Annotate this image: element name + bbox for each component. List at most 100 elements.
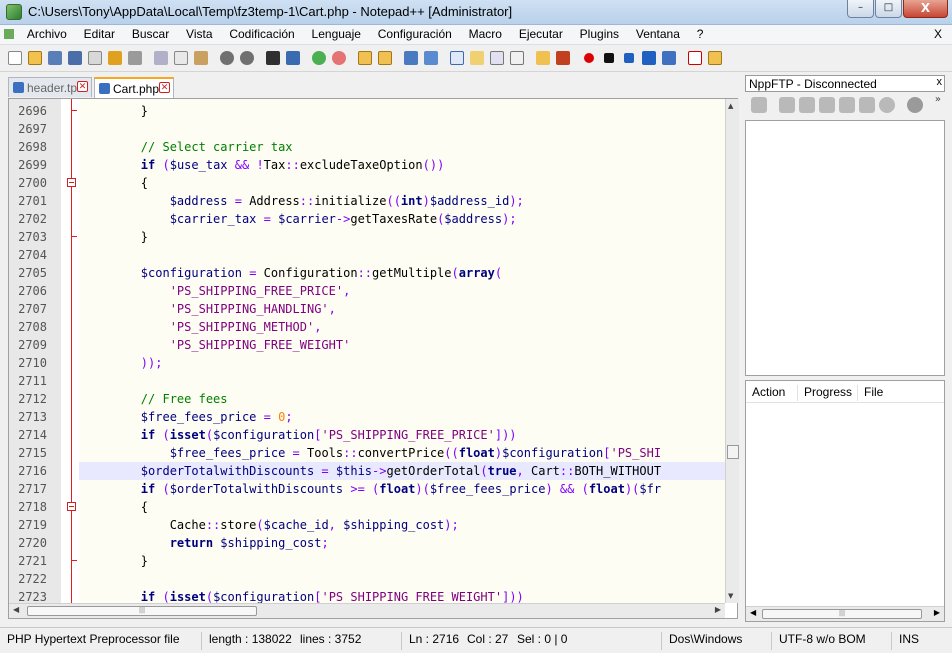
scroll-right-arrow-icon[interactable]: ▶ <box>715 605 721 614</box>
code-line[interactable]: 2722 <box>9 570 725 588</box>
code-line[interactable]: 2710 )); <box>9 354 725 372</box>
code-line[interactable]: 2703 } <box>9 228 725 246</box>
code-line[interactable]: 2700 { <box>9 174 725 192</box>
horizontal-scroll-thumb[interactable]: ||| <box>27 606 257 616</box>
code-text[interactable]: 'PS_SHIPPING_FREE_PRICE', <box>79 282 725 300</box>
scroll-left-arrow-icon[interactable]: ◀ <box>13 605 19 614</box>
menu-ventana[interactable]: Ventana <box>629 25 686 41</box>
menu-buscar[interactable]: Buscar <box>125 25 175 41</box>
redo-icon[interactable] <box>238 49 256 67</box>
code-line[interactable]: 2713 $free_fees_price = 0; <box>9 408 725 426</box>
queue-col-file[interactable]: File <box>858 385 944 401</box>
play-multiple-macro-icon[interactable] <box>640 49 658 67</box>
cut-icon[interactable] <box>152 49 170 67</box>
code-text[interactable]: } <box>79 228 725 246</box>
sync-vertical-icon[interactable] <box>356 49 374 67</box>
scroll-thumb[interactable] <box>727 445 739 459</box>
save-icon[interactable] <box>46 49 64 67</box>
zoom-out-icon[interactable] <box>330 49 348 67</box>
menu-editar[interactable]: Editar <box>77 25 121 41</box>
code-line[interactable]: 2706 'PS_SHIPPING_FREE_PRICE', <box>9 282 725 300</box>
code-lines[interactable]: 2696 } 2697 2698 // Select carrier tax 2699… <box>9 102 725 606</box>
code-line[interactable]: 2720 return $shipping_cost; <box>9 534 725 552</box>
menu-configuracion[interactable]: Configuración <box>371 25 458 41</box>
code-text[interactable]: $free_fees_price = Tools::convertPrice((… <box>79 444 725 462</box>
code-line[interactable]: 2718 { <box>9 498 725 516</box>
code-line[interactable]: 2702 $carrier_tax = $carrier->getTaxesRa… <box>9 210 725 228</box>
refresh-icon[interactable] <box>779 97 795 113</box>
new-file-icon[interactable] <box>6 49 24 67</box>
code-text[interactable]: 'PS_SHIPPING_FREE_WEIGHT' <box>79 336 725 354</box>
close-file-icon[interactable] <box>86 49 104 67</box>
scroll-right-arrow-icon[interactable]: ▶ <box>934 608 940 617</box>
code-text[interactable]: 'PS_SHIPPING_METHOD', <box>79 318 725 336</box>
code-text[interactable]: { <box>79 498 725 516</box>
close-ftp-panel-button[interactable]: x <box>937 76 943 88</box>
close-window-button[interactable]: X <box>903 0 948 18</box>
document-icon[interactable] <box>4 29 14 39</box>
find-icon[interactable] <box>264 49 282 67</box>
queue-col-progress[interactable]: Progress <box>798 385 858 401</box>
menu-archivo[interactable]: Archivo <box>20 25 73 41</box>
settings-gear-icon[interactable] <box>907 97 923 113</box>
show-all-chars-icon[interactable] <box>422 49 440 67</box>
function-list-icon[interactable] <box>508 49 526 67</box>
menu-vista[interactable]: Vista <box>179 25 218 41</box>
code-line[interactable]: 2717 if ($orderTotalwithDiscounts >= (fl… <box>9 480 725 498</box>
code-line[interactable]: 2712 // Free fees <box>9 390 725 408</box>
print-icon[interactable] <box>126 49 144 67</box>
sync-icon[interactable] <box>839 97 855 113</box>
code-line[interactable]: 2719 Cache::store($cache_id, $shipping_c… <box>9 516 725 534</box>
code-text[interactable]: // Free fees <box>79 390 725 408</box>
menu-lenguaje[interactable]: Lenguaje <box>305 25 367 41</box>
play-macro-icon[interactable] <box>620 49 638 67</box>
fold-toggle-icon[interactable] <box>67 178 76 187</box>
menu-ejecutar[interactable]: Ejecutar <box>512 25 569 41</box>
menu-help[interactable]: ? <box>690 25 710 41</box>
code-text[interactable]: // Select carrier tax <box>79 138 725 156</box>
code-text[interactable]: if ($orderTotalwithDiscounts >= (float)(… <box>79 480 725 498</box>
scroll-down-arrow-icon[interactable]: ▼ <box>728 592 733 600</box>
code-text[interactable]: )); <box>79 354 725 372</box>
code-line[interactable]: 2707 'PS_SHIPPING_HANDLING', <box>9 300 725 318</box>
record-macro-icon[interactable] <box>580 49 598 67</box>
word-wrap-icon[interactable] <box>402 49 420 67</box>
notepadpp-app-icon[interactable] <box>6 4 22 20</box>
code-line[interactable]: 2698 // Select carrier tax <box>9 138 725 156</box>
stop-macro-icon[interactable] <box>600 49 618 67</box>
connect-icon[interactable] <box>751 97 767 113</box>
code-line[interactable]: 2716 $orderTotalwithDiscounts = $this->g… <box>9 462 725 480</box>
code-text[interactable]: $carrier_tax = $carrier->getTaxesRate($a… <box>79 210 725 228</box>
code-text[interactable]: } <box>79 552 725 570</box>
open-file-icon[interactable] <box>26 49 44 67</box>
code-editor[interactable]: 2696 } 2697 2698 // Select carrier tax 2699… <box>8 98 739 619</box>
code-line[interactable]: 2715 $free_fees_price = Tools::convertPr… <box>9 444 725 462</box>
vertical-scrollbar[interactable]: ▲ ▼ <box>725 99 739 603</box>
upload-icon[interactable] <box>819 97 835 113</box>
paste-icon[interactable] <box>192 49 210 67</box>
code-text[interactable]: $address = Address::initialize((int)$add… <box>79 192 725 210</box>
queue-horizontal-scrollbar[interactable]: ◀ ||| ▶ <box>746 606 944 621</box>
tab-cart-php[interactable]: Cart.php ✕ <box>94 77 174 98</box>
code-text[interactable]: 'PS_SHIPPING_HANDLING', <box>79 300 725 318</box>
save-macro-icon[interactable] <box>660 49 678 67</box>
copy-icon[interactable] <box>172 49 190 67</box>
horizontal-scrollbar[interactable]: ◀ ||| ▶ <box>9 603 725 618</box>
replace-icon[interactable] <box>284 49 302 67</box>
close-tab-icon[interactable]: ✕ <box>159 82 170 93</box>
zoom-in-icon[interactable] <box>310 49 328 67</box>
close-tab-icon[interactable]: ✕ <box>77 81 88 92</box>
scroll-up-arrow-icon[interactable]: ▲ <box>728 102 733 110</box>
code-line[interactable]: 2696 } <box>9 102 725 120</box>
indent-guide-icon[interactable] <box>448 49 466 67</box>
code-text[interactable]: Cache::store($cache_id, $shipping_cost); <box>79 516 725 534</box>
sync-horizontal-icon[interactable] <box>376 49 394 67</box>
monitoring-icon[interactable] <box>554 49 572 67</box>
code-text[interactable]: if (isset($configuration['PS_SHIPPING_FR… <box>79 426 725 444</box>
code-text[interactable]: if ($use_tax && !Tax::excludeTaxeOption(… <box>79 156 725 174</box>
tab-header-tpl[interactable]: header.tpl ✕ <box>8 77 92 97</box>
stop-icon[interactable] <box>879 97 895 113</box>
spellcheck-icon[interactable] <box>686 49 704 67</box>
code-text[interactable]: $orderTotalwithDiscounts = $this->getOrd… <box>79 462 725 480</box>
code-line[interactable]: 2701 $address = Address::initialize((int… <box>9 192 725 210</box>
